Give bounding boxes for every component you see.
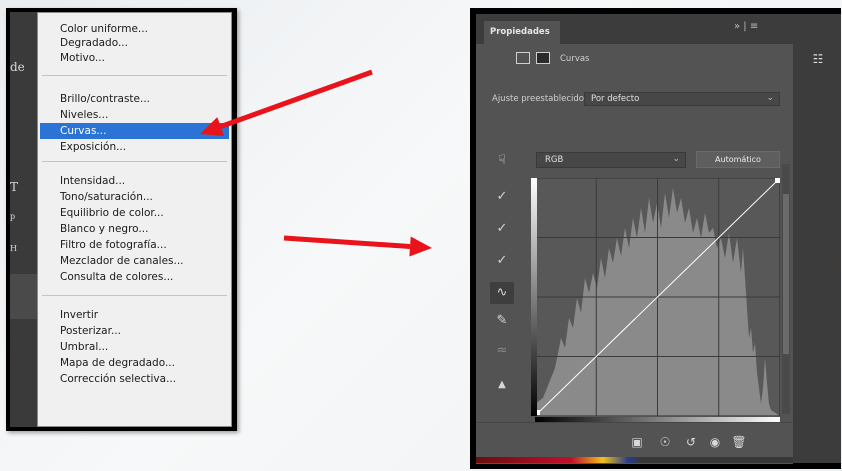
auto-button[interactable]: Automático: [696, 151, 780, 168]
curves-graph[interactable]: [535, 178, 780, 416]
scroll-thumb[interactable]: [783, 194, 789, 354]
right-dock: ☷: [793, 44, 841, 463]
preset-value: Por defecto: [591, 94, 640, 104]
menu-item[interactable]: Exposición...: [40, 139, 229, 155]
background-app-strip: de T p H: [10, 12, 37, 427]
panel-menu-icon[interactable]: » | ≡: [734, 21, 758, 32]
white-eyedropper-icon[interactable]: ✓: [490, 250, 514, 272]
menu-item[interactable]: Filtro de fotografía...: [40, 237, 229, 253]
black-eyedropper-icon[interactable]: ✓: [490, 186, 514, 208]
dock-panel-icon[interactable]: ☷: [807, 52, 829, 70]
menu-item[interactable]: Blanco y negro...: [40, 221, 229, 237]
curve-point-icon[interactable]: ∿: [490, 282, 514, 304]
menu-item[interactable]: Mapa de degradado...: [40, 355, 229, 371]
menu-item[interactable]: Invertir: [40, 307, 229, 323]
adjustment-layer-icon: [516, 52, 530, 64]
image-edge-strip: [476, 457, 793, 463]
menu-item[interactable]: Mezclador de canales...: [40, 253, 229, 269]
view-previous-icon[interactable]: ☉: [656, 433, 674, 451]
visibility-icon[interactable]: ◉: [706, 433, 724, 451]
chevron-down-icon: ⌄: [766, 93, 774, 103]
menu-separator: [42, 295, 227, 296]
panel-tabbar: Propiedades » | ≡: [476, 14, 841, 44]
menu-item[interactable]: Motivo...: [40, 50, 229, 66]
preset-label: Ajuste preestablecido:: [492, 94, 587, 104]
adjustments-menu: Color uniforme... Degradado... Motivo... Br…: [37, 12, 232, 427]
background-text: T: [10, 180, 19, 194]
mask-icon[interactable]: [536, 52, 550, 64]
background-text: p: [10, 212, 16, 221]
clipping-warning-icon[interactable]: ▲: [490, 374, 514, 396]
properties-panel-screenshot: Propiedades » | ≡ ☷ Curvas Ajuste preest…: [470, 8, 841, 469]
trash-icon[interactable]: 🗑: [730, 433, 748, 451]
channel-value: RGB: [545, 155, 564, 165]
background-text: de: [10, 60, 25, 74]
menu-separator: [42, 75, 227, 76]
menu-item[interactable]: Equilibrio de color...: [40, 205, 229, 221]
background-band: [10, 274, 37, 319]
menu-item[interactable]: Intensidad...: [40, 173, 229, 189]
menu-item[interactable]: Brillo/contraste...: [40, 91, 229, 107]
arrow-to-properties: [283, 235, 432, 257]
output-gradient-bar: [531, 178, 537, 416]
adjustments-menu-screenshot: de T p H Color uniforme... Degradado... Mo…: [6, 8, 237, 431]
menu-item[interactable]: Corrección selectiva...: [40, 371, 229, 387]
tab-properties[interactable]: Propiedades: [484, 21, 560, 44]
gray-eyedropper-icon[interactable]: ✓: [490, 218, 514, 240]
preset-dropdown[interactable]: Por defecto ⌄: [584, 92, 780, 106]
properties-panel: Propiedades » | ≡ ☷ Curvas Ajuste preest…: [476, 14, 841, 464]
background-text: H: [10, 244, 17, 253]
menu-item[interactable]: Posterizar...: [40, 323, 229, 339]
channel-dropdown[interactable]: RGB ⌄: [536, 152, 686, 168]
menu-item[interactable]: Umbral...: [40, 339, 229, 355]
reset-icon[interactable]: ↺: [682, 433, 700, 451]
menu-item[interactable]: Curvas...: [40, 123, 229, 139]
menu-item[interactable]: Niveles...: [40, 107, 229, 123]
menu-item[interactable]: Consulta de colores...: [40, 269, 229, 285]
panel-scrollbar[interactable]: [782, 164, 790, 414]
menu-item[interactable]: Degradado...: [40, 35, 229, 51]
clip-to-layer-icon[interactable]: ▣: [628, 433, 646, 451]
chevron-down-icon: ⌄: [672, 154, 680, 164]
menu-separator: [42, 161, 227, 162]
menu-item[interactable]: Tono/saturación...: [40, 189, 229, 205]
smooth-icon[interactable]: ≈: [490, 340, 514, 362]
curve-endpoint-white: [775, 178, 780, 183]
pencil-icon[interactable]: ✎: [490, 310, 514, 332]
panel-label: Curvas: [560, 54, 590, 64]
on-image-adjust-icon[interactable]: ☟: [490, 150, 514, 172]
